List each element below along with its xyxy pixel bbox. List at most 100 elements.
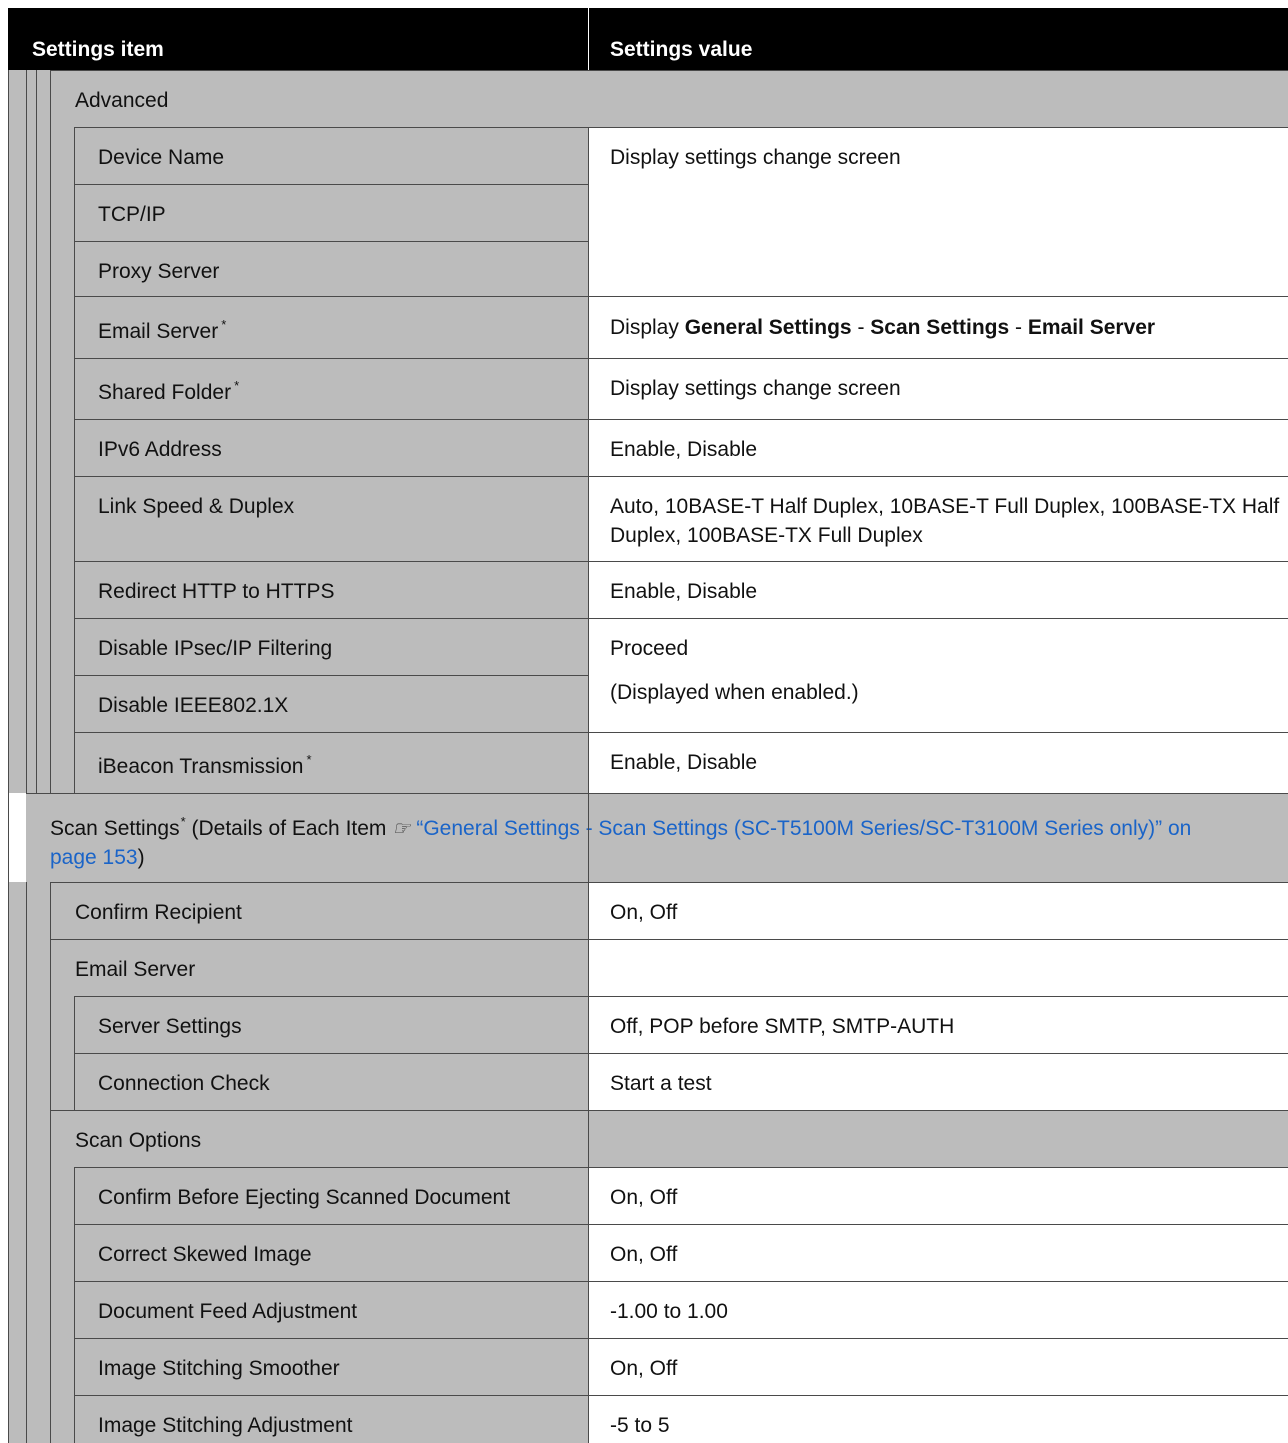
row-confirm-recipient-value: On, Off — [588, 882, 1288, 939]
scan-settings-details-prefix: (Details of Each Item — [191, 817, 387, 840]
value-proceed: Proceed — [610, 637, 689, 660]
advanced-label: Advanced — [75, 89, 169, 112]
value-display-change: Display settings change screen — [588, 127, 1288, 296]
scan-settings-line1: Scan Settings* (Details of Each Item ☞ “Ge… — [50, 814, 1191, 845]
scan-settings-close-paren: ) — [137, 846, 145, 869]
header-settings-value: Settings value — [610, 38, 753, 61]
indent-gutter-email — [50, 996, 74, 1110]
item-tcpip: TCP/IP — [98, 203, 166, 226]
row-tcpip: TCP/IP — [74, 184, 588, 241]
value-email-path-3: Email Server — [1027, 316, 1156, 339]
row-proceed-value: Proceed (Displayed when enabled.) — [588, 618, 1288, 732]
value-feed-adjust: -1.00 to 1.00 — [610, 1300, 728, 1323]
rule-indent-3a — [50, 70, 51, 793]
item-ibeacon-label: iBeacon Transmission — [98, 755, 304, 778]
rule-indent-4c — [74, 1167, 75, 1443]
row-feed-adjust-value: -1.00 to 1.00 — [588, 1281, 1288, 1338]
header-divider — [588, 8, 589, 70]
indent-gutter-scan — [8, 882, 50, 1443]
rule-indent-3b — [50, 882, 51, 1443]
asterisk-scan: * — [180, 814, 186, 829]
row-server-settings-value: Off, POP before SMTP, SMTP-AUTH — [588, 996, 1288, 1053]
row-correct-skew: Correct Skewed Image — [74, 1224, 588, 1281]
item-email-server-label: Email Server — [98, 320, 219, 343]
item-stitch-smoother: Image Stitching Smoother — [98, 1357, 340, 1380]
row-connection-check: Connection Check — [74, 1053, 588, 1110]
settings-table: Settings item Settings value Advanced De… — [0, 0, 1288, 1443]
value-email-path-2: Scan Settings — [870, 316, 1010, 339]
item-link-speed: Link Speed & Duplex — [98, 495, 295, 518]
item-feed-adjust: Document Feed Adjustment — [98, 1300, 358, 1323]
rule-column-divider — [588, 127, 589, 1443]
item-shared-folder-label: Shared Folder — [98, 381, 232, 404]
row-scan-settings: Scan Settings* (Details of Each Item ☞ “Ge… — [26, 793, 1288, 882]
item-redirect: Redirect HTTP to HTTPS — [98, 580, 335, 603]
row-stitch-smoother: Image Stitching Smoother — [74, 1338, 588, 1395]
row-ipv6: IPv6 Address — [74, 419, 588, 476]
item-stitch-adjust: Image Stitching Adjustment — [98, 1414, 353, 1437]
item-connection-check: Connection Check — [98, 1072, 270, 1095]
value-redirect: Enable, Disable — [610, 580, 758, 603]
value-confirm-recipient: On, Off — [610, 901, 678, 924]
item-shared-folder: Shared Folder * — [98, 378, 239, 409]
scan-settings-label: Scan Settings — [50, 817, 180, 840]
row-confirm-recipient: Confirm Recipient — [50, 882, 588, 939]
value-stitch-smoother: On, Off — [610, 1357, 678, 1380]
header-settings-item: Settings item — [32, 38, 164, 61]
value-ibeacon: Enable, Disable — [610, 751, 758, 774]
rule-indent-4b — [74, 996, 75, 1110]
item-proxy: Proxy Server — [98, 260, 220, 283]
item-disable-ieee: Disable IEEE802.1X — [98, 694, 289, 717]
value-email-display: Display — [610, 316, 679, 339]
item-confirm-recipient: Confirm Recipient — [75, 901, 242, 924]
item-ipv6: IPv6 Address — [98, 438, 222, 461]
rule-indent-4a — [74, 127, 75, 793]
row-ibeacon-value: Enable, Disable — [588, 732, 1288, 793]
scan-settings-line2: page 153) — [50, 843, 145, 872]
value-email-path-1: General Settings — [684, 316, 852, 339]
value-server-settings: Off, POP before SMTP, SMTP-AUTH — [610, 1015, 955, 1038]
item-scan-email-server: Email Server — [75, 958, 196, 981]
row-email-server-value: Display General Settings - Scan Settings… — [588, 296, 1288, 358]
value-correct-skew: On, Off — [610, 1243, 678, 1266]
asterisk-shared: * — [234, 378, 240, 393]
row-shared-folder: Shared Folder * — [74, 358, 588, 419]
table-header: Settings item Settings value — [8, 8, 1288, 70]
value-stitch-adjust: -5 to 5 — [610, 1414, 670, 1437]
item-confirm-eject: Confirm Before Ejecting Scanned Document — [98, 1186, 511, 1209]
value-proceed-note: (Displayed when enabled.) — [610, 681, 859, 704]
rule-indent-2a — [36, 70, 37, 793]
value-connection-check: Start a test — [610, 1072, 712, 1095]
value-email-server: Display General Settings - Scan Settings… — [610, 313, 1155, 342]
row-disable-ipsec: Disable IPsec/IP Filtering — [74, 618, 588, 675]
value-link-speed-1: Auto, 10BASE-T Half Duplex, 10BASE-T Ful… — [610, 495, 1280, 518]
row-stitch-smoother-value: On, Off — [588, 1338, 1288, 1395]
row-ibeacon: iBeacon Transmission * — [74, 732, 588, 793]
value-path-sep-2: - — [1015, 316, 1022, 339]
item-correct-skew: Correct Skewed Image — [98, 1243, 312, 1266]
row-ipv6-value: Enable, Disable — [588, 419, 1288, 476]
rule-indent-1a — [26, 70, 27, 793]
row-proxy: Proxy Server — [74, 241, 588, 296]
indent-gutter-outer — [8, 70, 50, 793]
indent-gutter-options — [50, 1167, 74, 1443]
row-redirect-value: Enable, Disable — [588, 561, 1288, 618]
row-shared-folder-value: Display settings change screen — [588, 358, 1288, 419]
row-device-name: Device Name — [74, 127, 588, 184]
indent-gutter-level2 — [50, 127, 74, 793]
scan-settings-link[interactable]: “General Settings - Scan Settings (SC-T5… — [416, 817, 1191, 840]
value-confirm-eject: On, Off — [610, 1186, 678, 1209]
pointing-hand-icon: ☞ — [392, 818, 411, 840]
row-feed-adjust: Document Feed Adjustment — [74, 1281, 588, 1338]
asterisk-email: * — [221, 317, 227, 332]
item-server-settings: Server Settings — [98, 1015, 242, 1038]
row-confirm-eject: Confirm Before Ejecting Scanned Document — [74, 1167, 588, 1224]
item-email-server: Email Server * — [98, 317, 226, 348]
row-scan-email-server-value — [588, 939, 1288, 996]
row-advanced: Advanced — [50, 70, 1288, 127]
item-ibeacon: iBeacon Transmission * — [98, 752, 312, 783]
scan-settings-link-page[interactable]: page 153 — [50, 846, 138, 869]
row-scan-email-server: Email Server — [50, 939, 588, 996]
row-connection-check-value: Start a test — [588, 1053, 1288, 1110]
rule-left-edge — [8, 70, 9, 1443]
